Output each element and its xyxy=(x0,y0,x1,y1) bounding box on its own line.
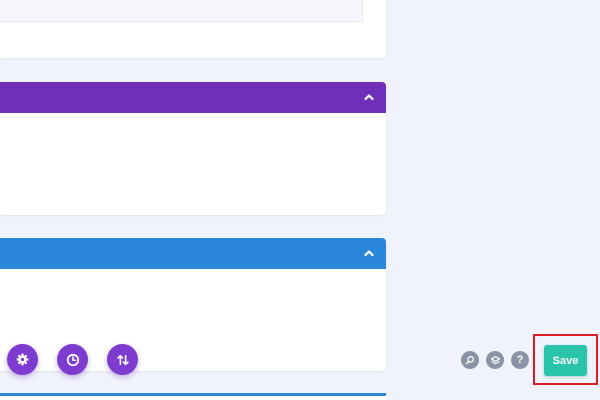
history-clock-icon xyxy=(66,353,80,367)
layers-button[interactable] xyxy=(486,351,504,369)
purple-panel xyxy=(0,82,386,215)
purple-panel-header[interactable] xyxy=(0,82,386,113)
portability-button[interactable] xyxy=(107,344,138,375)
blue-panel xyxy=(0,238,386,371)
top-panel xyxy=(0,0,386,58)
bottom-panel-edge xyxy=(0,393,386,400)
chevron-up-icon[interactable] xyxy=(363,247,375,259)
blue-panel-header[interactable] xyxy=(0,238,386,269)
save-button[interactable]: Save xyxy=(544,345,587,376)
layers-icon xyxy=(490,355,501,366)
settings-button[interactable] xyxy=(7,344,38,375)
chevron-up-icon[interactable] xyxy=(363,91,375,103)
search-zoom-button[interactable] xyxy=(461,351,479,369)
search-zoom-icon xyxy=(465,355,475,365)
top-panel-input-area[interactable] xyxy=(0,0,363,22)
help-button[interactable]: ? xyxy=(511,351,529,369)
help-icon: ? xyxy=(516,354,524,366)
gear-icon xyxy=(16,353,29,366)
sort-arrows-icon xyxy=(116,353,130,367)
history-button[interactable] xyxy=(57,344,88,375)
